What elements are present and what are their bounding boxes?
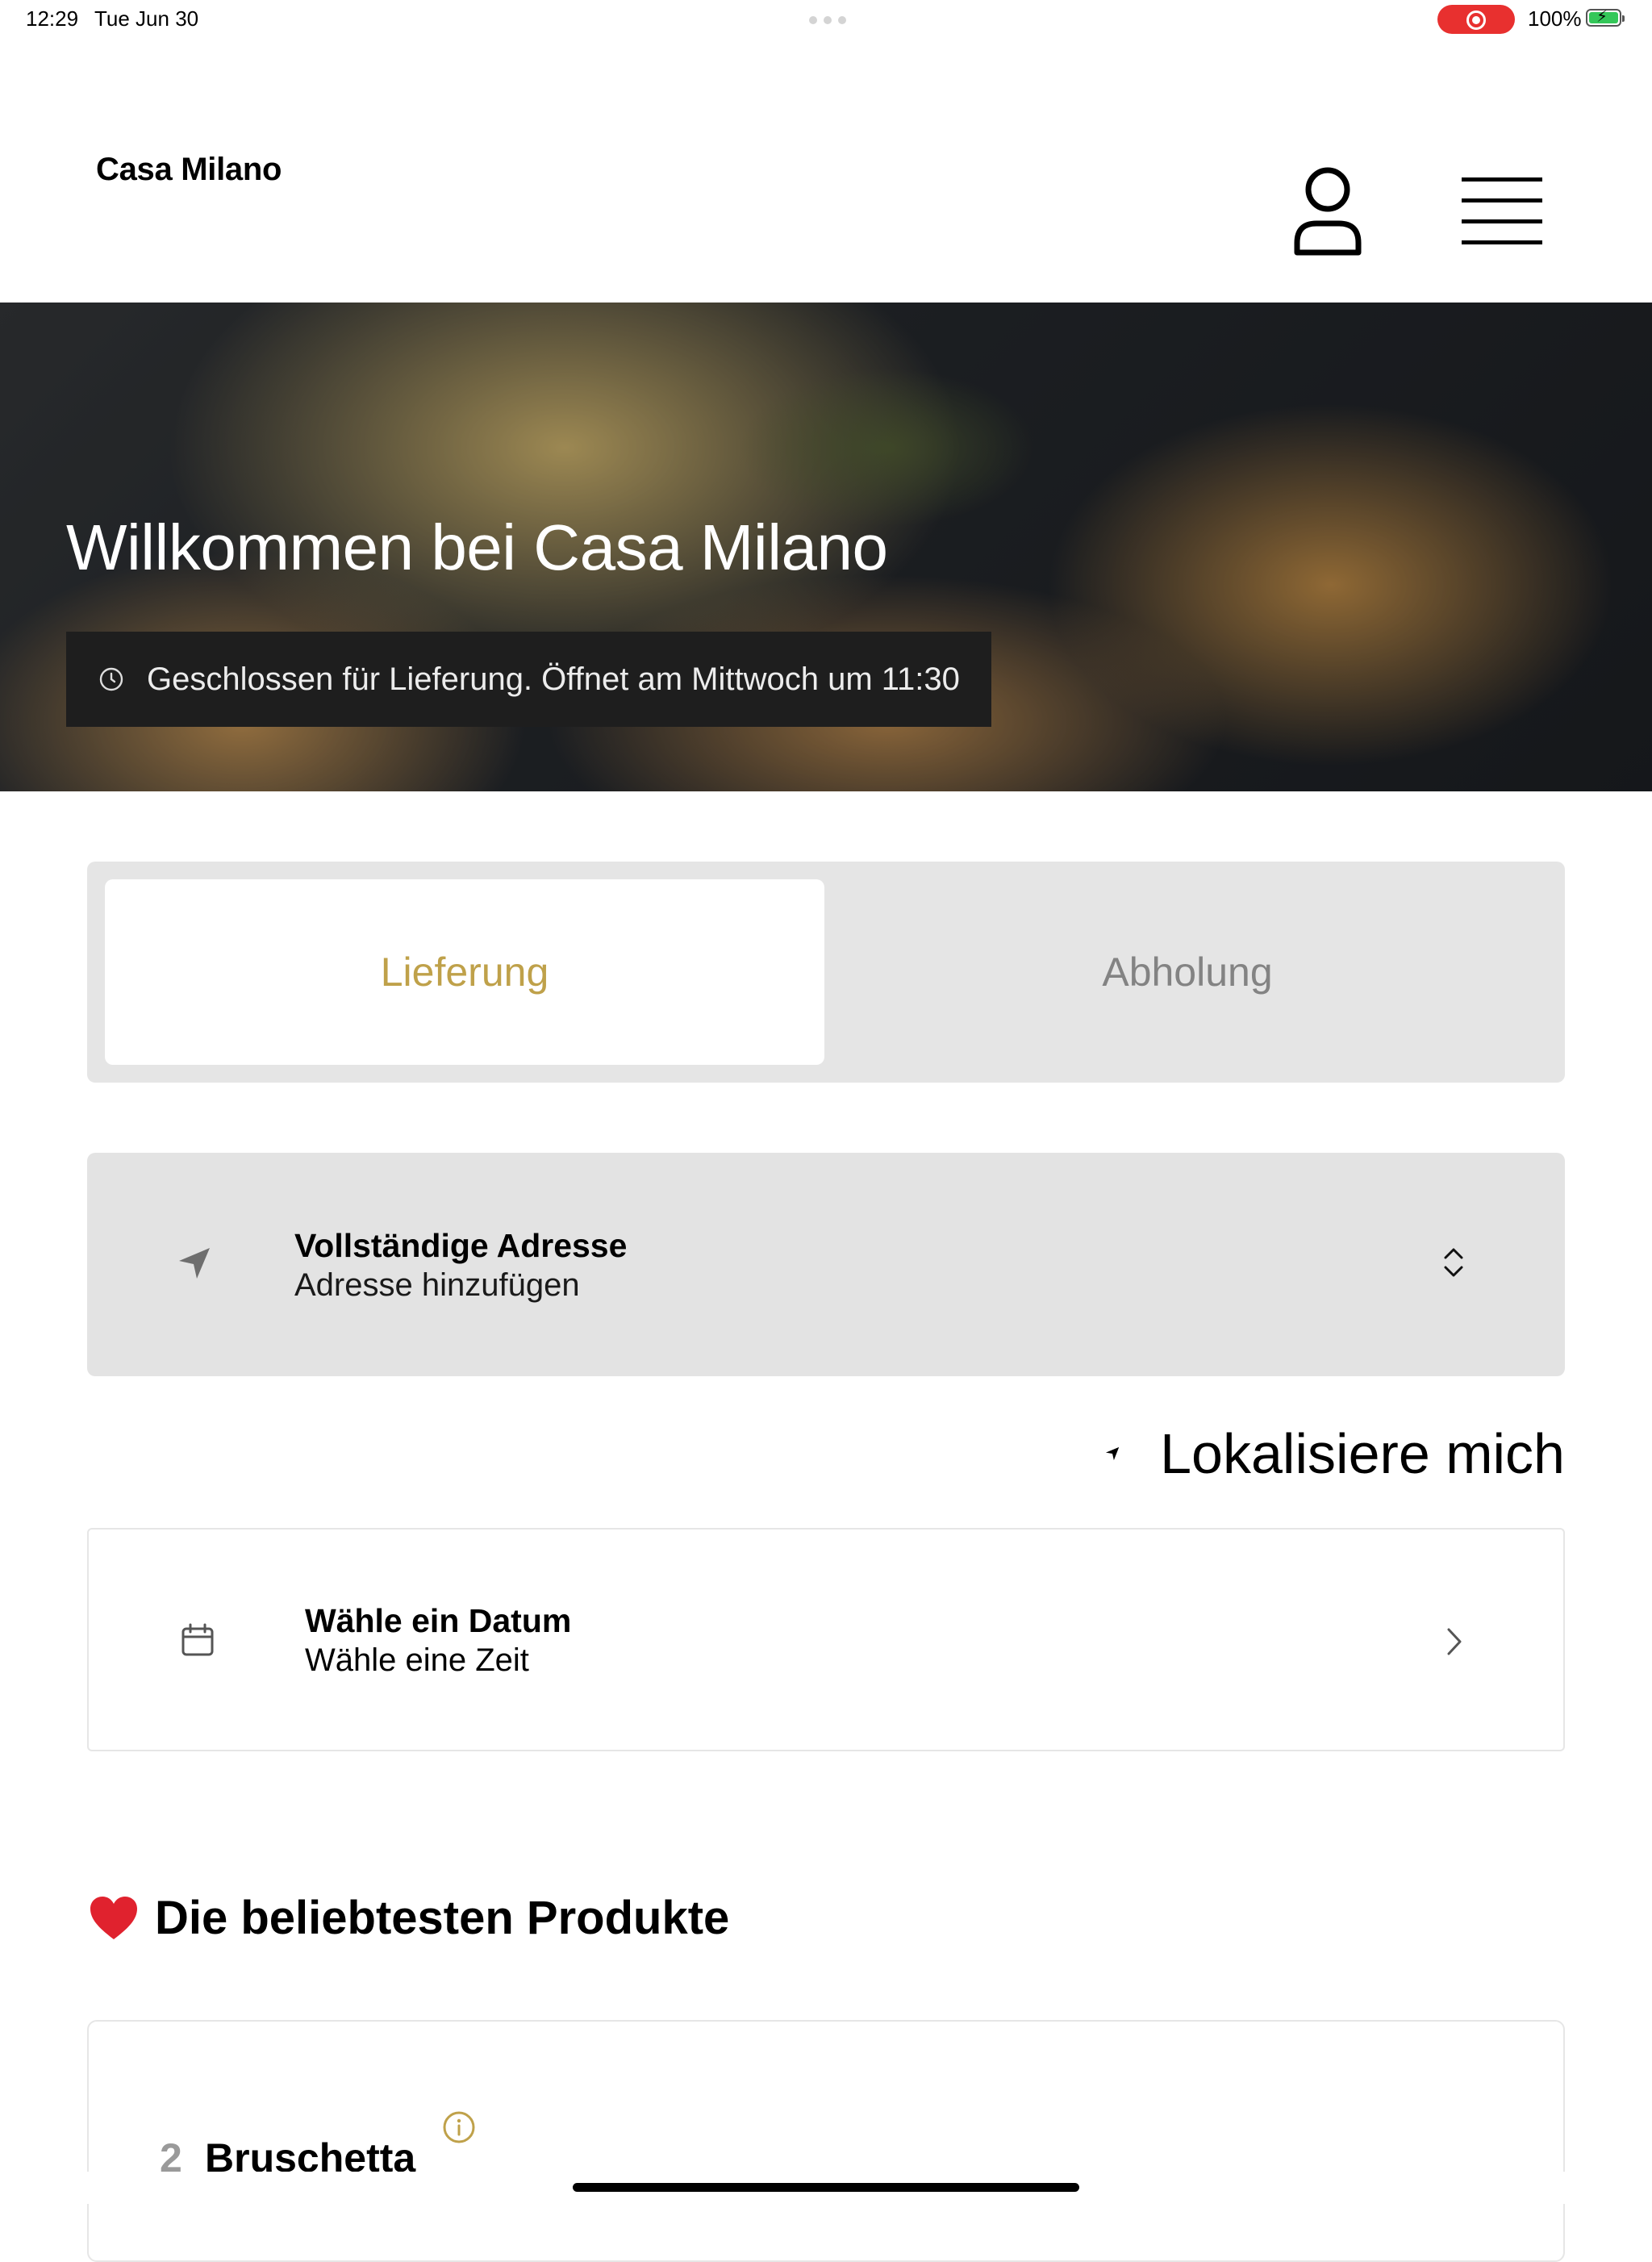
delivery-status-text: Geschlossen für Lieferung. Öffnet am Mit… xyxy=(147,661,960,697)
screen-recording-indicator[interactable] xyxy=(1437,5,1515,34)
app-header: Casa Milano xyxy=(0,40,1652,303)
clock-icon xyxy=(99,667,123,691)
location-arrow-icon xyxy=(1105,1446,1120,1461)
status-bar: 12:29 Tue Jun 30 100% ⚡ xyxy=(0,0,1652,40)
status-time: 12:29 xyxy=(26,6,79,31)
status-date: Tue Jun 30 xyxy=(94,6,199,31)
hero-title: Willkommen bei Casa Milano xyxy=(66,511,888,583)
time-subtitle: Wähle eine Zeit xyxy=(305,1642,529,1678)
tab-lieferung[interactable]: Lieferung xyxy=(105,879,824,1065)
address-title: Vollständige Adresse xyxy=(294,1227,628,1264)
locate-me-button[interactable]: Lokalisiere mich xyxy=(1105,1421,1565,1486)
delivery-status-banner: Geschlossen für Lieferung. Öffnet am Mit… xyxy=(66,632,991,727)
info-icon[interactable] xyxy=(442,2110,476,2144)
charging-bolt-icon: ⚡ xyxy=(1596,8,1608,26)
home-indicator[interactable] xyxy=(573,2183,1079,2192)
popular-products-title: Die beliebtesten Produkte xyxy=(155,1892,730,1944)
hamburger-menu-icon[interactable] xyxy=(1462,176,1542,245)
locate-me-label: Lokalisiere mich xyxy=(1160,1422,1565,1485)
hero-banner: Willkommen bei Casa Milano Geschlossen f… xyxy=(0,303,1652,791)
tab-abholung[interactable]: Abholung xyxy=(828,879,1547,1065)
calendar-icon xyxy=(181,1623,214,1656)
address-subtitle: Adresse hinzufügen xyxy=(294,1267,580,1303)
popular-products-heading: Die beliebtesten Produkte xyxy=(89,1891,729,1945)
navigation-arrow-icon xyxy=(179,1248,210,1279)
address-selector[interactable]: Vollständige Adresse Adresse hinzufügen xyxy=(87,1153,1565,1376)
chevron-up-down-icon xyxy=(1444,1248,1463,1277)
date-title: Wähle ein Datum xyxy=(305,1602,572,1639)
chevron-right-icon xyxy=(1447,1628,1462,1655)
user-icon[interactable] xyxy=(1289,165,1366,256)
multitasking-dots-icon[interactable] xyxy=(809,16,846,24)
battery-percent: 100% xyxy=(1528,6,1582,31)
order-mode-segmented-control: Lieferung Abholung xyxy=(87,862,1565,1083)
heart-icon xyxy=(90,1896,137,1939)
battery-icon: ⚡ xyxy=(1586,8,1625,27)
record-icon xyxy=(1466,10,1486,30)
brand-name[interactable]: Casa Milano xyxy=(96,152,282,188)
date-time-selector[interactable]: Wähle ein Datum Wähle eine Zeit xyxy=(87,1528,1565,1751)
product-card[interactable]: 2 Bruschetta xyxy=(87,2020,1565,2262)
